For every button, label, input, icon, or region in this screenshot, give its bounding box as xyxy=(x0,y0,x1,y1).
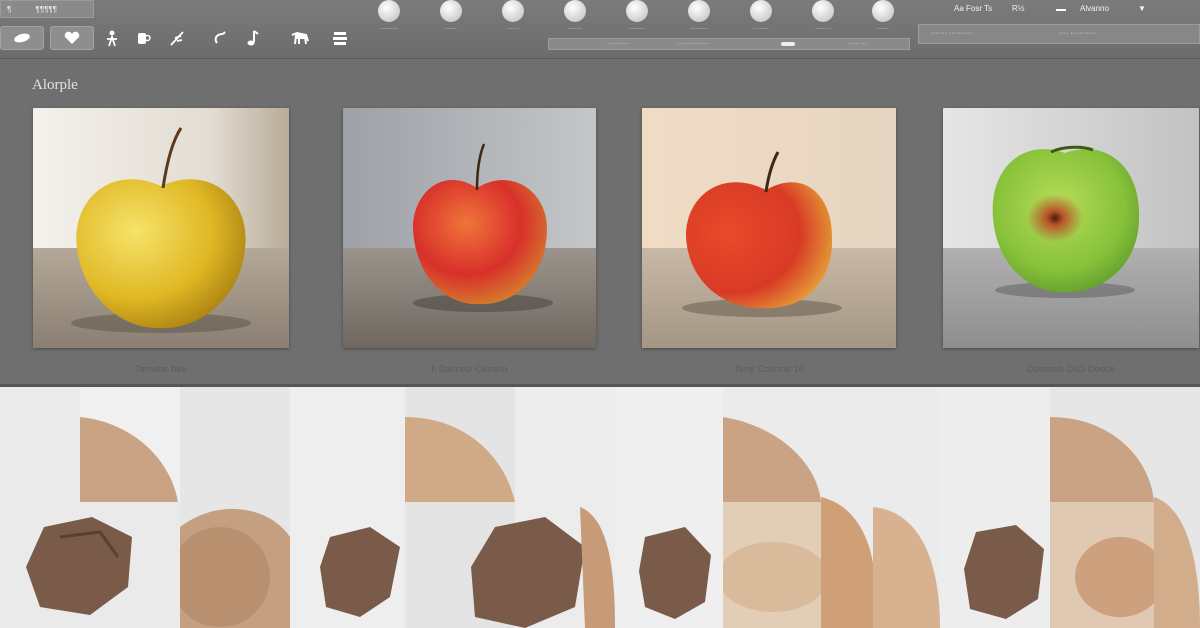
properties-field-right: ···· ··········· xyxy=(1059,30,1096,37)
preset-thumb-label: ······ xyxy=(507,26,519,32)
sub-bar-right-text: ····· ··· xyxy=(849,41,867,47)
apple-card[interactable] xyxy=(343,108,596,348)
preset-thumb[interactable]: ······ xyxy=(856,0,910,36)
note-tool-button[interactable] xyxy=(230,26,274,50)
texture-image xyxy=(0,387,180,628)
filmstrip-tile[interactable] xyxy=(1050,387,1200,628)
preset-thumb[interactable]: ········· xyxy=(672,0,726,36)
filmstrip-tile[interactable] xyxy=(940,387,1051,628)
texture-image xyxy=(290,387,405,628)
preset-thumb[interactable]: ········ xyxy=(796,0,850,36)
preset-thumb-label: ······· xyxy=(568,26,582,32)
apple-image xyxy=(343,108,596,348)
filmstrip-tile[interactable] xyxy=(615,387,724,628)
apple-image xyxy=(943,108,1199,348)
feather-icon xyxy=(170,31,184,46)
preset-thumb-label: ······ xyxy=(445,26,457,32)
mug-icon xyxy=(138,33,151,44)
apple-card-caption: Dsosenh DICI Dooce xyxy=(1026,364,1116,374)
minus-icon[interactable] xyxy=(1056,9,1066,11)
window-title-right: ¶¶¶¶¶ xyxy=(35,5,58,14)
properties-label-c: Alvanno xyxy=(1080,4,1109,13)
apple-image xyxy=(642,108,896,348)
preset-thumb[interactable]: ······ xyxy=(424,0,478,36)
filmstrip-tile[interactable] xyxy=(723,387,941,628)
leaf-tool-button[interactable] xyxy=(0,26,44,50)
chevron-down-icon[interactable]: ▼ xyxy=(1138,4,1146,13)
toolbar: ¶ ¶¶¶¶¶ ········· ······ ······ ······· … xyxy=(0,0,1200,59)
apple-thumb-icon xyxy=(626,0,648,22)
preset-thumb-label: ········ xyxy=(753,26,769,32)
properties-field[interactable]: ······· ·········· ···· ··········· xyxy=(918,24,1200,44)
apple-thumb-icon xyxy=(750,0,772,22)
properties-panel: Aa Fosr Ts R½ Alvanno ▼ ······· ········… xyxy=(916,0,1200,46)
filmstrip-tile[interactable] xyxy=(405,387,616,628)
apple-thumb-icon xyxy=(564,0,586,22)
gallery-title: Alorple xyxy=(32,77,78,93)
sub-bar-mid-text: ····· ·········· xyxy=(677,41,709,47)
texture-image xyxy=(615,387,723,628)
filmstrip xyxy=(0,387,1200,628)
preset-thumb[interactable]: ······ xyxy=(486,0,540,36)
sub-bar-pill-icon[interactable] xyxy=(781,42,795,46)
animal-icon xyxy=(291,31,309,45)
preset-thumb[interactable]: ········ xyxy=(734,0,788,36)
properties-label-a: Aa Fosr Ts xyxy=(954,4,993,13)
texture-image xyxy=(1050,387,1200,628)
apple-card-caption: Tarty Ccecsie 10 xyxy=(734,364,804,374)
properties-field-left: ······· ·········· xyxy=(931,30,973,37)
properties-header: Aa Fosr Ts R½ Alvanno ▼ xyxy=(916,2,1200,18)
preset-thumb-label: ········· xyxy=(380,26,398,32)
heart-icon xyxy=(64,31,80,44)
apple-thumb-icon xyxy=(872,0,894,22)
apple-card-caption: Tarnabc bee xyxy=(135,364,187,374)
apple-image xyxy=(33,108,289,348)
apple-thumb-icon xyxy=(502,0,524,22)
texture-image xyxy=(405,387,615,628)
note-icon xyxy=(247,30,259,46)
texture-image xyxy=(180,387,290,628)
preset-sub-bar[interactable]: ···· ······ ····· ·········· ····· ··· xyxy=(548,38,910,50)
filmstrip-tile[interactable] xyxy=(0,387,181,628)
preset-thumb-label: ········ xyxy=(629,26,645,32)
texture-image xyxy=(940,387,1050,628)
leaf-icon xyxy=(14,33,30,43)
texture-image xyxy=(723,387,940,628)
apple-card-caption: Il Dasces/ Ceeshn xyxy=(431,364,508,374)
apple-thumb-icon xyxy=(440,0,462,22)
preset-thumb[interactable]: ········ xyxy=(610,0,664,36)
apple-card[interactable] xyxy=(33,108,289,348)
apple-thumb-icon xyxy=(688,0,710,22)
apple-card[interactable] xyxy=(642,108,896,348)
preset-thumb[interactable]: ······· xyxy=(548,0,602,36)
feather-tool-button[interactable] xyxy=(155,26,199,50)
preset-thumb-label: ········· xyxy=(690,26,708,32)
apple-thumb-icon xyxy=(812,0,834,22)
preset-thumb-label: ········ xyxy=(815,26,831,32)
hook-icon xyxy=(214,31,226,44)
sub-bar-left-text: ···· ······ xyxy=(607,41,629,47)
animal-tool-button[interactable] xyxy=(278,26,322,50)
preset-thumb[interactable]: ········· xyxy=(362,0,416,36)
apple-thumb-icon xyxy=(378,0,400,22)
filmstrip-tile[interactable] xyxy=(290,387,406,628)
heart-tool-button[interactable] xyxy=(50,26,94,50)
stack-icon xyxy=(333,32,347,45)
preset-thumb-label: ······ xyxy=(877,26,889,32)
stack-tool-button[interactable] xyxy=(318,26,362,50)
apple-card[interactable] xyxy=(943,108,1199,348)
window-title-left: ¶ xyxy=(7,5,12,14)
filmstrip-tile[interactable] xyxy=(180,387,291,628)
properties-label-b: R½ xyxy=(1012,4,1025,13)
window-title-bar: ¶ ¶¶¶¶¶ xyxy=(0,0,94,18)
